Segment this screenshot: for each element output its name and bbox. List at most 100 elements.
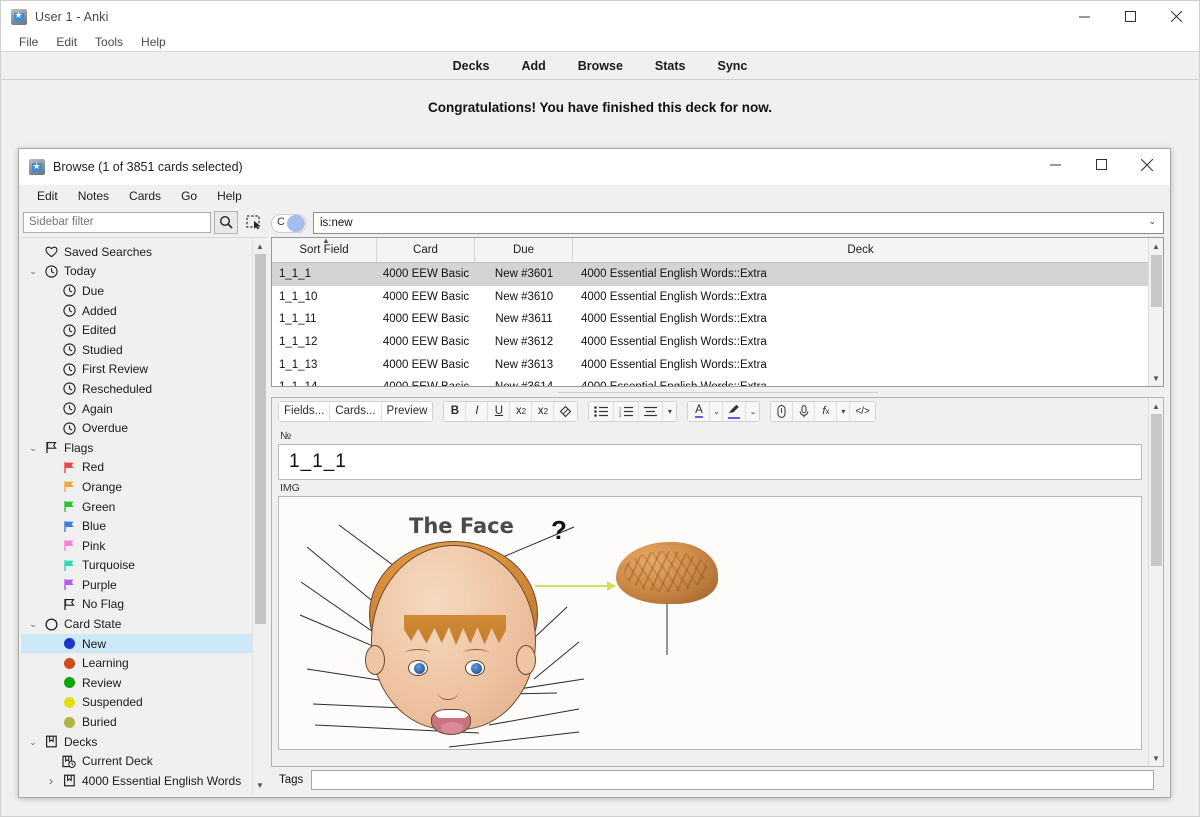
tags-input[interactable]: [311, 770, 1154, 790]
browse-menu-edit[interactable]: Edit: [37, 187, 68, 205]
subscript-icon[interactable]: x2: [532, 401, 555, 421]
sidebar-item-custom-study-session[interactable]: Custom Study Session: [21, 791, 252, 793]
sidebar-scrollbar[interactable]: ▲ ▼: [252, 238, 267, 793]
sidebar-item-again[interactable]: Again: [21, 399, 252, 419]
column-header-sort-field[interactable]: ▲ Sort Field: [272, 238, 377, 262]
sidebar-item-overdue[interactable]: Overdue: [21, 418, 252, 438]
search-input[interactable]: is:new ⌄: [313, 212, 1164, 234]
sidebar-item-decks[interactable]: ⌄ Decks: [21, 732, 252, 752]
text-color-icon[interactable]: A: [688, 401, 711, 421]
menu-tools[interactable]: Tools: [86, 33, 132, 51]
sidebar-item-blue[interactable]: Blue: [21, 516, 252, 536]
toolbar-browse[interactable]: Browse: [562, 56, 639, 76]
table-scrollbar[interactable]: ▲ ▼: [1148, 238, 1163, 386]
panel-splitter[interactable]: [269, 387, 1166, 397]
preview-button[interactable]: Preview: [381, 401, 433, 421]
editor-scrollbar[interactable]: ▲ ▼: [1148, 398, 1163, 766]
unordered-list-icon[interactable]: [589, 401, 615, 421]
sidebar-item-due[interactable]: Due: [21, 281, 252, 301]
align-dropdown-icon[interactable]: ▾: [663, 401, 677, 421]
attachment-icon[interactable]: [771, 401, 794, 421]
cards-button[interactable]: Cards...: [330, 401, 382, 421]
browse-menu-go[interactable]: Go: [181, 187, 207, 205]
menu-file[interactable]: File: [10, 33, 47, 51]
highlight-color-icon[interactable]: [723, 401, 747, 421]
editor-scroll-thumb[interactable]: [1151, 414, 1162, 566]
ordered-list-icon[interactable]: 123: [614, 401, 640, 421]
search-icon[interactable]: [214, 210, 238, 234]
close-icon[interactable]: [1153, 1, 1199, 32]
table-row[interactable]: 1_1_13 4000 EEW Basic New #3613 4000 Essent…: [272, 353, 1148, 376]
maximize-icon[interactable]: [1107, 1, 1153, 32]
browse-menu-cards[interactable]: Cards: [129, 187, 171, 205]
highlight-color-dropdown-icon[interactable]: ⌄: [746, 401, 760, 421]
sidebar-tree[interactable]: Saved Searches ⌄ Today Due Added Edited St…: [21, 238, 252, 793]
italic-icon[interactable]: I: [466, 401, 489, 421]
sidebar-item-card-state[interactable]: ⌄ Card State: [21, 614, 252, 634]
remove-formatting-icon[interactable]: [554, 401, 578, 421]
scroll-up-icon[interactable]: ▲: [253, 238, 268, 254]
sidebar-filter-input[interactable]: [23, 211, 211, 233]
sidebar-item-learning[interactable]: Learning: [21, 653, 252, 673]
sidebar-item-no-flag[interactable]: No Flag: [21, 595, 252, 615]
sidebar-item-review[interactable]: Review: [21, 673, 252, 693]
scroll-down-icon[interactable]: ▼: [253, 777, 268, 793]
superscript-icon[interactable]: x2: [510, 401, 533, 421]
sidebar-item-suspended[interactable]: Suspended: [21, 693, 252, 713]
html-editor-icon[interactable]: </>: [850, 401, 875, 421]
sidebar-item-rescheduled[interactable]: Rescheduled: [21, 379, 252, 399]
fields-button[interactable]: Fields...: [279, 401, 331, 421]
column-header-card[interactable]: Card: [377, 238, 475, 262]
sidebar-item-orange[interactable]: Orange: [21, 477, 252, 497]
scroll-up-icon[interactable]: ▲: [1149, 398, 1164, 414]
selection-tool-icon[interactable]: [241, 211, 265, 234]
table-row[interactable]: 1_1_11 4000 EEW Basic New #3611 4000 Essent…: [272, 308, 1148, 331]
menu-edit[interactable]: Edit: [47, 33, 86, 51]
sidebar-item-today[interactable]: ⌄ Today: [21, 262, 252, 282]
sidebar-toggle-switch[interactable]: C: [271, 213, 307, 233]
table-row[interactable]: 1_1_144000 EEW BasicNew #36144000 Essent…: [272, 376, 1148, 386]
table-scroll-thumb[interactable]: [1151, 255, 1162, 307]
column-header-deck[interactable]: Deck: [573, 238, 1148, 262]
sidebar-item-current-deck[interactable]: Current Deck: [21, 751, 252, 771]
sidebar-item-green[interactable]: Green: [21, 497, 252, 517]
sidebar-item-buried[interactable]: Buried: [21, 712, 252, 732]
underline-icon[interactable]: U: [488, 401, 511, 421]
sidebar-item-new[interactable]: New: [21, 633, 252, 654]
chevron-down-icon[interactable]: ⌄: [25, 737, 41, 747]
mathjax-dropdown-icon[interactable]: ▾: [837, 401, 851, 421]
sidebar-item-saved-searches[interactable]: Saved Searches: [21, 242, 252, 262]
menu-help[interactable]: Help: [132, 33, 175, 51]
sidebar-item-edited[interactable]: Edited: [21, 320, 252, 340]
text-color-dropdown-icon[interactable]: ⌄: [710, 401, 724, 421]
bold-icon[interactable]: B: [444, 401, 467, 421]
column-header-due[interactable]: Due: [475, 238, 573, 262]
align-icon[interactable]: [639, 401, 664, 421]
sidebar-item-turquoise[interactable]: Turquoise: [21, 556, 252, 576]
sidebar-item-4000-essential-english-words[interactable]: › 4000 Essential English Words: [21, 771, 252, 791]
toolbar-add[interactable]: Add: [505, 56, 561, 76]
scroll-up-icon[interactable]: ▲: [1149, 238, 1164, 254]
minimize-icon[interactable]: [1061, 1, 1107, 32]
chevron-down-icon[interactable]: ⌄: [25, 443, 41, 453]
sidebar-scroll-thumb[interactable]: [255, 254, 266, 624]
table-row[interactable]: 1_1_1 4000 EEW Basic New #3601 4000 Essenti…: [272, 263, 1148, 286]
sidebar-item-first-review[interactable]: First Review: [21, 360, 252, 380]
chevron-down-icon[interactable]: ⌄: [1148, 216, 1156, 227]
chevron-down-icon[interactable]: ⌄: [25, 619, 41, 629]
browse-menu-notes[interactable]: Notes: [78, 187, 119, 205]
maximize-icon[interactable]: [1078, 149, 1124, 180]
chevron-down-icon[interactable]: ⌄: [25, 266, 41, 276]
chevron-right-icon[interactable]: ›: [43, 775, 59, 787]
scroll-down-icon[interactable]: ▼: [1149, 750, 1164, 766]
field-input-number[interactable]: 1_1_1: [278, 444, 1142, 480]
close-icon[interactable]: [1124, 149, 1170, 180]
record-audio-icon[interactable]: [793, 401, 816, 421]
browse-menu-help[interactable]: Help: [217, 187, 252, 205]
field-input-img[interactable]: The Face ?: [278, 496, 1142, 750]
sidebar-item-pink[interactable]: Pink: [21, 536, 252, 556]
scroll-down-icon[interactable]: ▼: [1149, 370, 1164, 386]
mathjax-icon[interactable]: fx: [815, 401, 838, 421]
table-row[interactable]: 1_1_12 4000 EEW Basic New #3612 4000 Essent…: [272, 331, 1148, 354]
toolbar-sync[interactable]: Sync: [702, 56, 764, 76]
